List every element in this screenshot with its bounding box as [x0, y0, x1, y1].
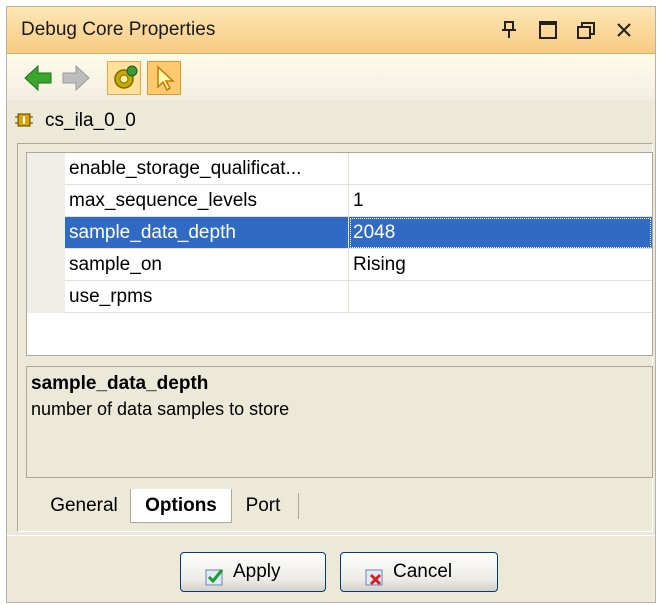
property-value[interactable]: 2048: [349, 217, 652, 249]
description-text: number of data samples to store: [31, 399, 290, 419]
tab-port[interactable]: Port: [234, 489, 292, 523]
property-row[interactable]: enable_storage_qualificat...: [27, 153, 652, 185]
property-value[interactable]: 1: [349, 185, 652, 217]
close-icon[interactable]: [613, 19, 635, 41]
row-gutter: [27, 217, 65, 249]
restore-icon[interactable]: [575, 19, 597, 41]
property-name: enable_storage_qualificat...: [65, 153, 349, 185]
property-grid: enable_storage_qualificat... max_sequenc…: [26, 152, 653, 356]
property-name: max_sequence_levels: [65, 185, 349, 217]
description-title: sample_data_depth: [31, 373, 209, 394]
tab-divider: [298, 493, 299, 519]
properties-panel: enable_storage_qualificat... max_sequenc…: [17, 143, 653, 532]
pointer-cursor-icon[interactable]: [147, 61, 181, 95]
apply-label: Apply: [233, 561, 281, 582]
row-gutter: [27, 185, 65, 217]
toolbar: [7, 54, 655, 100]
apply-button[interactable]: Apply: [180, 552, 326, 592]
description-panel: sample_data_depth number of data samples…: [26, 366, 653, 478]
settings-gears-icon[interactable]: [107, 61, 141, 95]
property-row[interactable]: sample_on Rising: [27, 249, 652, 281]
property-name: use_rpms: [65, 281, 349, 313]
pin-icon[interactable]: [498, 19, 520, 41]
tab-general[interactable]: General: [42, 489, 126, 523]
cancel-label: Cancel: [393, 561, 453, 582]
property-row[interactable]: use_rpms: [27, 281, 652, 313]
property-value[interactable]: Rising: [349, 249, 652, 281]
property-value[interactable]: [349, 153, 652, 185]
back-arrow-icon[interactable]: [21, 61, 55, 95]
property-row[interactable]: max_sequence_levels 1: [27, 185, 652, 217]
core-header: cs_ila_0_0: [7, 100, 655, 140]
cancel-button[interactable]: Cancel: [340, 552, 498, 592]
row-gutter: [27, 153, 65, 185]
forward-arrow-icon[interactable]: [59, 61, 93, 95]
window-title: Debug Core Properties: [21, 19, 216, 40]
maximize-icon[interactable]: [537, 19, 559, 41]
debug-core-icon: [15, 111, 33, 129]
property-name: sample_data_depth: [65, 217, 349, 249]
tab-options[interactable]: Options: [130, 489, 232, 523]
property-name: sample_on: [65, 249, 349, 281]
tab-bar: General Options Port: [26, 489, 646, 525]
core-name: cs_ila_0_0: [45, 110, 136, 131]
title-bar: Debug Core Properties: [7, 7, 655, 54]
button-bar: Apply Cancel: [7, 535, 655, 602]
apply-check-icon: [205, 563, 225, 586]
property-value[interactable]: [349, 281, 652, 313]
property-row-selected[interactable]: sample_data_depth 2048: [27, 217, 652, 249]
cancel-x-icon: [365, 563, 385, 586]
row-gutter: [27, 281, 65, 313]
debug-core-properties-window: Debug Core Properties cs_ila_0_0 enable_…: [6, 6, 656, 603]
row-gutter: [27, 249, 65, 281]
